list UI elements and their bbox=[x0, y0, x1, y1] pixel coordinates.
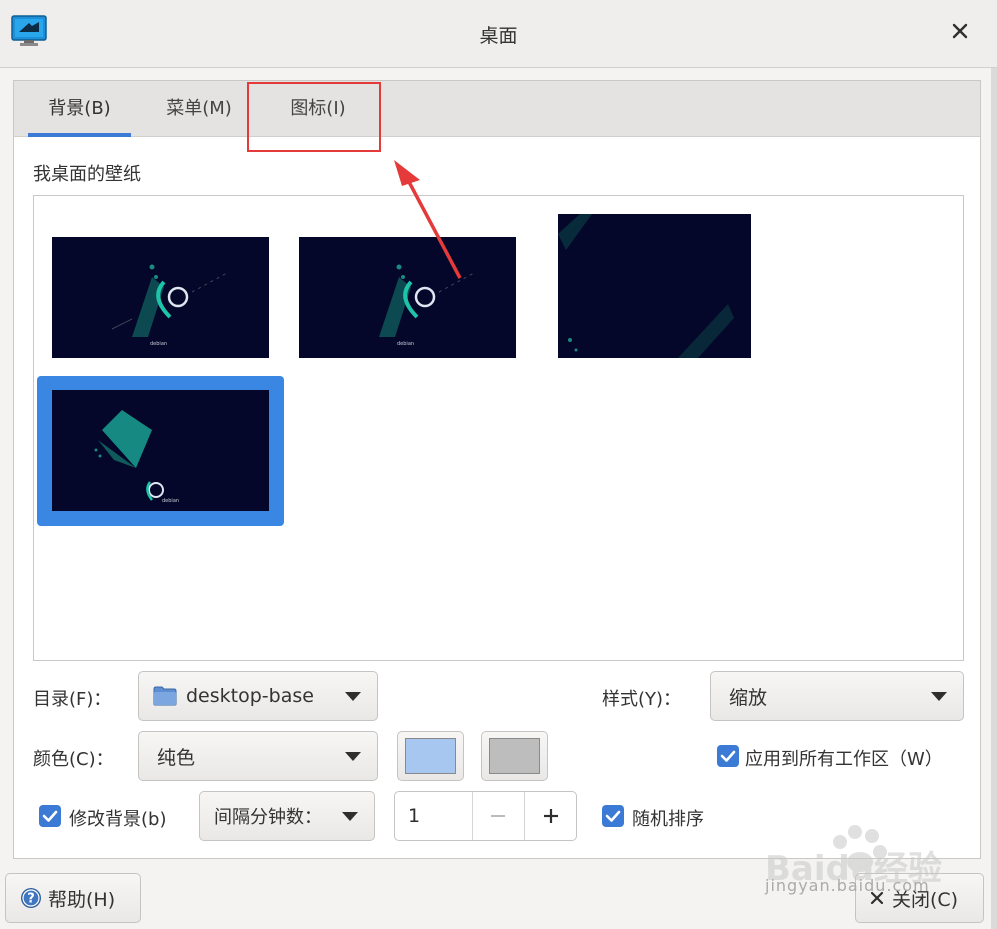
directory-label: 目录(F)： bbox=[33, 689, 112, 710]
interval-spinner[interactable]: 1 bbox=[394, 791, 577, 841]
plus-icon bbox=[543, 809, 558, 823]
wallpaper-thumbnail-selected[interactable]: debian bbox=[52, 390, 269, 511]
change-background-checkbox[interactable] bbox=[39, 805, 61, 827]
color-mode-value: 纯色 bbox=[157, 746, 196, 769]
interval-value: 间隔分钟数： bbox=[214, 807, 322, 828]
primary-color-button[interactable] bbox=[397, 731, 464, 781]
tab-bar: 背景(B) 菜单(M) 图标(I) bbox=[14, 81, 980, 137]
baidu-paw-logo: Baidu经验 bbox=[765, 825, 942, 889]
active-tab-indicator bbox=[28, 133, 131, 137]
tab-background[interactable]: 背景(B) bbox=[28, 81, 131, 137]
color-mode-combo[interactable]: 纯色 bbox=[138, 731, 378, 781]
tab-menu[interactable]: 菜单(M) bbox=[148, 81, 250, 137]
directory-combo[interactable]: desktop-base bbox=[138, 671, 378, 721]
thumbnail-caption: debian bbox=[397, 341, 414, 347]
title-bar: 桌面 bbox=[0, 0, 997, 68]
help-button[interactable]: ? 帮助(H) bbox=[5, 873, 141, 923]
wallpaper-thumbnail[interactable]: debian bbox=[52, 237, 269, 358]
decrement-button[interactable] bbox=[473, 792, 525, 840]
chevron-down-icon bbox=[345, 752, 361, 761]
close-icon[interactable] bbox=[949, 20, 971, 42]
increment-button[interactable] bbox=[524, 792, 576, 840]
help-button-label: 帮助(H) bbox=[48, 888, 116, 911]
window-title: 桌面 bbox=[479, 25, 518, 47]
watermark-url: jingyan.baidu.com bbox=[765, 876, 930, 895]
secondary-color-button[interactable] bbox=[481, 731, 548, 781]
annotation-arrow bbox=[394, 160, 462, 279]
annotation-highlight-box bbox=[247, 82, 381, 152]
settings-frame: 背景(B) 菜单(M) 图标(I) 我桌面的壁纸 debian debian d… bbox=[13, 80, 981, 859]
primary-color-swatch bbox=[405, 738, 456, 774]
interval-combo[interactable]: 间隔分钟数： bbox=[199, 791, 375, 841]
thumbnail-caption: debian bbox=[162, 498, 179, 504]
interval-spinner-value[interactable]: 1 bbox=[395, 792, 473, 840]
wallpaper-section-label: 我桌面的壁纸 bbox=[33, 164, 141, 185]
tab-background-label: 背景(B) bbox=[48, 98, 111, 119]
apply-all-checkbox[interactable] bbox=[717, 745, 739, 767]
directory-value: desktop-base bbox=[186, 685, 314, 707]
chevron-down-icon bbox=[342, 812, 358, 821]
color-label: 颜色(C)： bbox=[33, 749, 114, 770]
minus-icon bbox=[491, 815, 506, 817]
secondary-color-swatch bbox=[489, 738, 540, 774]
style-label: 样式(Y)： bbox=[602, 689, 682, 710]
random-order-checkbox[interactable] bbox=[602, 805, 624, 827]
chevron-down-icon bbox=[345, 692, 361, 701]
folder-icon bbox=[153, 686, 177, 706]
style-value: 缩放 bbox=[729, 686, 768, 709]
chevron-down-icon bbox=[931, 692, 947, 701]
window-edge bbox=[991, 68, 997, 929]
svg-text:?: ? bbox=[27, 892, 35, 907]
wallpaper-grid[interactable]: debian debian debian bbox=[33, 195, 964, 661]
tab-menu-label: 菜单(M) bbox=[166, 98, 232, 119]
style-combo[interactable]: 缩放 bbox=[710, 671, 964, 721]
apply-all-label: 应用到所有工作区（W） bbox=[745, 749, 943, 770]
random-order-label: 随机排序 bbox=[632, 809, 704, 830]
help-icon: ? bbox=[20, 887, 42, 909]
change-background-label: 修改背景(b) bbox=[69, 809, 167, 830]
wallpaper-thumbnail[interactable] bbox=[558, 214, 751, 358]
thumbnail-caption: debian bbox=[150, 341, 167, 347]
